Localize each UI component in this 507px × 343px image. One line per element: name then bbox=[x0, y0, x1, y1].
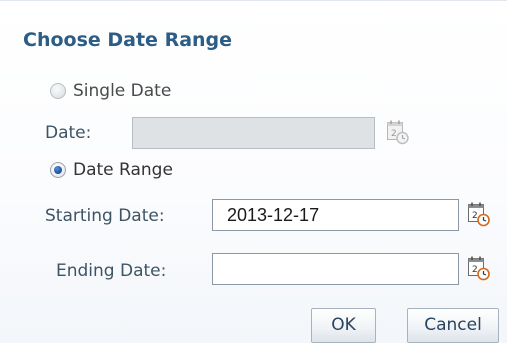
radio-selected-dot bbox=[54, 166, 62, 174]
ending-date-field[interactable] bbox=[212, 253, 459, 285]
svg-text:2: 2 bbox=[391, 129, 397, 139]
single-date-label: Single Date bbox=[73, 81, 172, 101]
svg-text:2: 2 bbox=[472, 211, 478, 221]
starting-date-label: Starting Date: bbox=[45, 206, 165, 226]
date-label: Date: bbox=[45, 123, 92, 143]
starting-date-picker-icon[interactable]: 2 bbox=[467, 201, 491, 227]
dialog-title: Choose Date Range bbox=[23, 29, 233, 51]
date-range-label: Date Range bbox=[73, 160, 173, 180]
ok-button[interactable]: OK bbox=[311, 308, 376, 343]
single-date-radio[interactable] bbox=[50, 83, 66, 99]
starting-date-field[interactable]: 2013-12-17 bbox=[212, 199, 459, 231]
choose-date-range-dialog: Choose Date Range Single Date Date: 2 Da… bbox=[0, 0, 507, 343]
svg-text:2: 2 bbox=[472, 265, 478, 275]
ending-date-label: Ending Date: bbox=[56, 261, 167, 281]
calendar-clock-icon[interactable]: 2 bbox=[386, 119, 410, 145]
ending-date-picker-icon[interactable]: 2 bbox=[467, 255, 491, 281]
date-range-radio[interactable] bbox=[50, 162, 66, 178]
date-field[interactable] bbox=[132, 117, 375, 149]
cancel-button[interactable]: Cancel bbox=[407, 308, 499, 343]
